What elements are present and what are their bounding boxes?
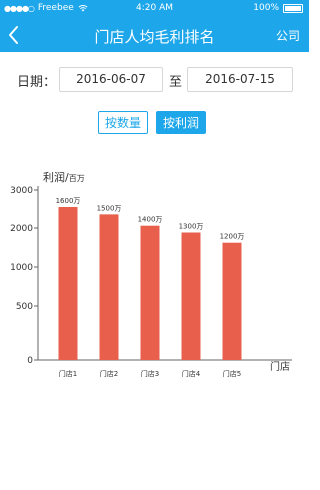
to-label: 至 bbox=[169, 75, 183, 90]
date-label: 日期： bbox=[17, 75, 57, 90]
x-tick-label: 门店2 bbox=[100, 369, 118, 378]
profit-bar-chart: 利润/百万 0 500 1000 2000 3000 1600万门店1 1500万门店2 140… bbox=[10, 170, 292, 378]
x-axis-label: 门店 bbox=[270, 360, 290, 373]
y-tick-label: 1000 bbox=[10, 263, 33, 273]
x-tick-label: 门店1 bbox=[59, 369, 77, 378]
bar bbox=[58, 207, 78, 360]
bar-value-label: 1300万 bbox=[179, 223, 204, 231]
status-right: 100% bbox=[253, 3, 303, 13]
x-tick-label: 门店4 bbox=[182, 369, 201, 378]
x-tick-label: 门店3 bbox=[141, 369, 159, 378]
by-profit-button[interactable]: 按利润 bbox=[156, 111, 206, 134]
y-tick-label: 0 bbox=[27, 356, 33, 366]
y-tick-label: 3000 bbox=[10, 186, 33, 196]
y-tick-label: 2000 bbox=[10, 224, 33, 234]
bar bbox=[99, 214, 119, 360]
bar-value-label: 1500万 bbox=[97, 204, 122, 212]
y-axis-unit: 百万 bbox=[69, 174, 85, 183]
company-button[interactable]: 公司 bbox=[276, 27, 300, 44]
y-axis-label: 利润/百万 bbox=[43, 170, 85, 184]
battery-icon bbox=[283, 3, 303, 13]
nav-bar: 门店人均毛利排名 公司 bbox=[0, 18, 309, 52]
by-quantity-button[interactable]: 按数量 bbox=[98, 111, 148, 134]
bar-value-label: 1200万 bbox=[220, 233, 245, 241]
bar bbox=[181, 232, 201, 360]
y-tick-label: 500 bbox=[16, 302, 33, 312]
x-tick-label: 门店5 bbox=[223, 369, 241, 378]
bar-value-label: 1600万 bbox=[56, 197, 81, 205]
bar-value-label: 1400万 bbox=[138, 216, 163, 224]
start-date-field[interactable]: 2016-06-07 bbox=[59, 67, 163, 92]
status-bar: ●●●●○ Freebee 4:20 AM 100% bbox=[0, 0, 309, 18]
page-title: 门店人均毛利排名 bbox=[94, 28, 215, 46]
bar bbox=[222, 242, 242, 360]
battery-percent: 100% bbox=[253, 3, 279, 13]
end-date-field[interactable]: 2016-07-15 bbox=[187, 67, 293, 92]
bar bbox=[140, 225, 160, 360]
